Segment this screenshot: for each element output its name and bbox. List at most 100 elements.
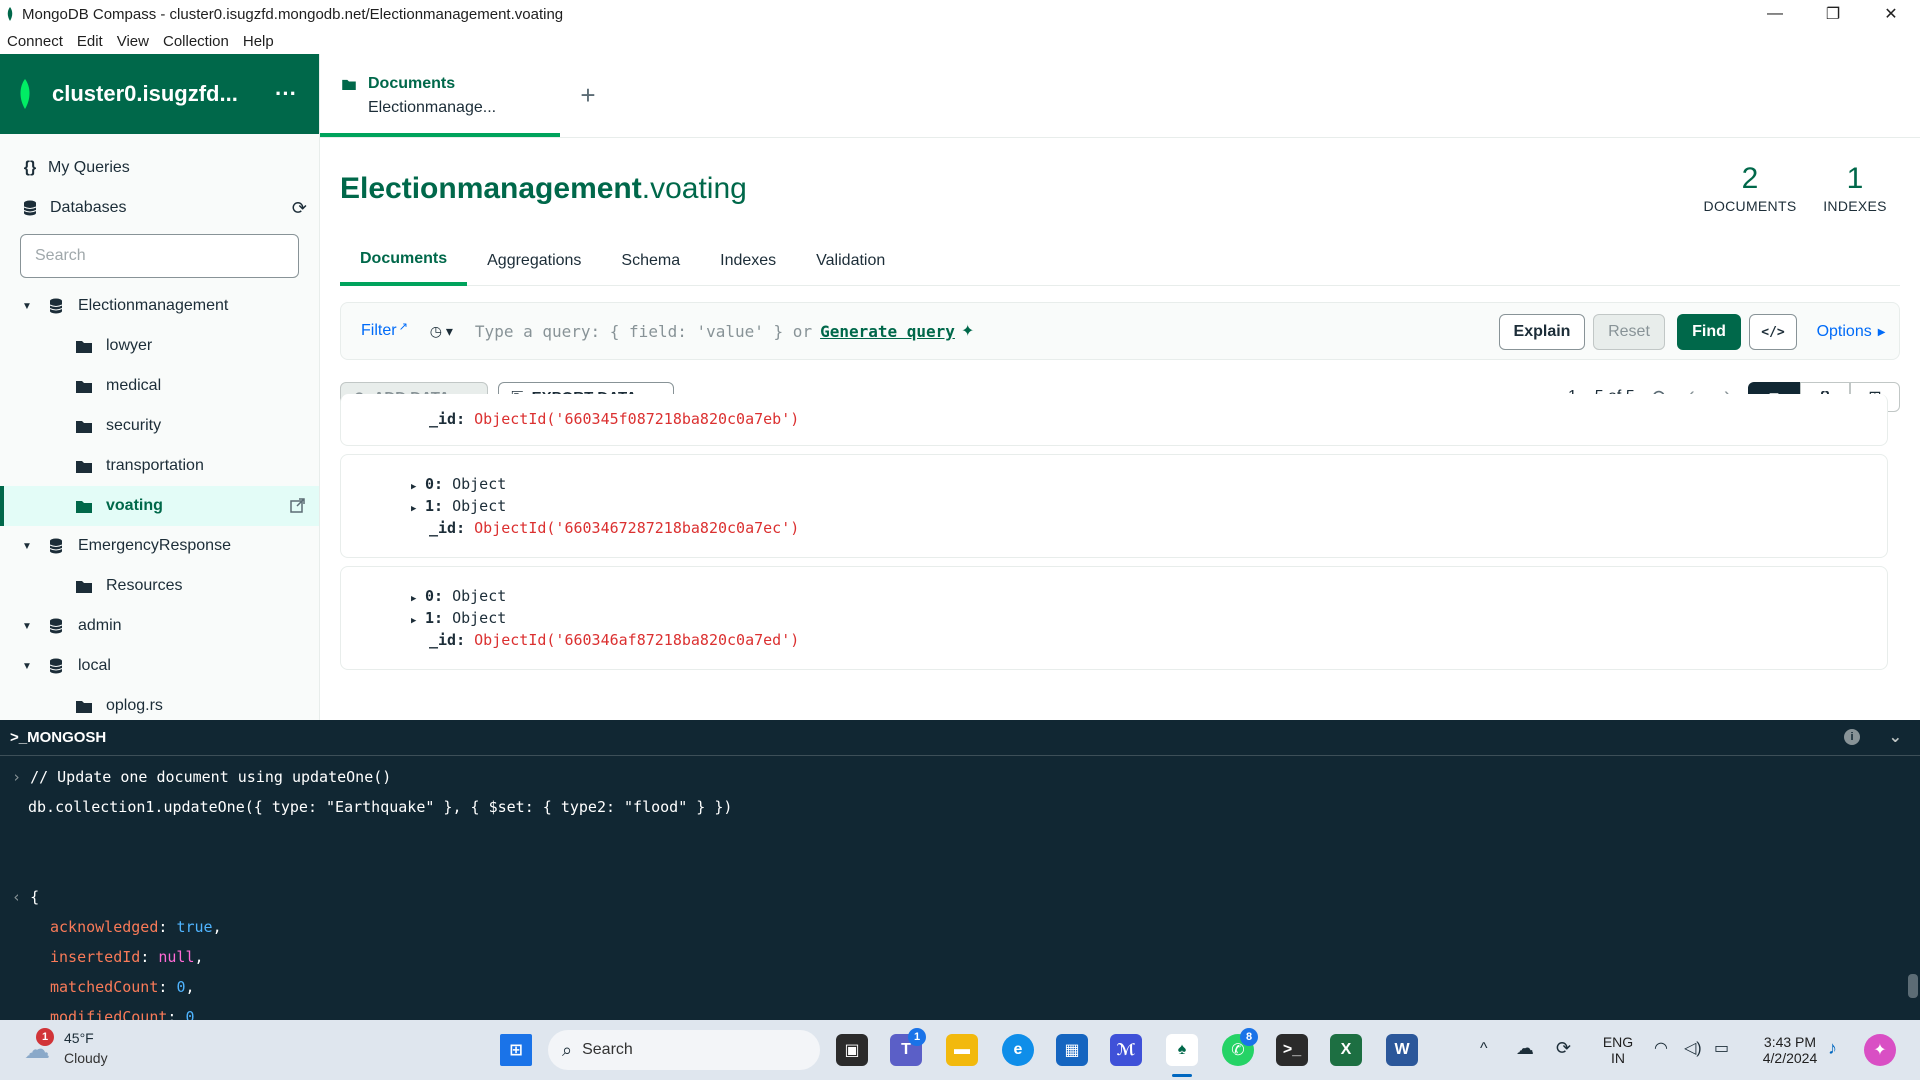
file-explorer-icon[interactable]: ▬ xyxy=(946,1034,978,1066)
shell-title: >_MONGOSH xyxy=(10,729,107,746)
task-view-icon[interactable]: ▣ xyxy=(836,1034,868,1066)
menu-help[interactable]: Help xyxy=(243,33,274,50)
result-key: acknowledged xyxy=(50,918,159,936)
menu-bar: Connect Edit View Collection Help xyxy=(0,28,1920,54)
tree-db-emergencyresponse[interactable]: ▼ EmergencyResponse xyxy=(0,526,319,566)
options-button[interactable]: Options ▶ xyxy=(1811,314,1891,350)
coll-name: medical xyxy=(106,377,162,394)
caret-down-icon[interactable]: ▼ xyxy=(22,301,36,312)
doc-field-line[interactable]: ▶ 1: Object xyxy=(411,609,506,631)
document-card[interactable]: _id: ObjectId('660345f087218ba820c0a7eb'… xyxy=(340,394,1888,446)
onedrive-icon[interactable]: ☁ xyxy=(1516,1038,1534,1059)
refresh-icon[interactable]: ⟳ xyxy=(292,198,307,219)
reset-button[interactable]: Reset xyxy=(1593,314,1665,350)
lang-secondary: IN xyxy=(1611,1050,1625,1066)
tab-documents[interactable]: Documents xyxy=(340,236,468,286)
filter-label[interactable]: Filter xyxy=(361,322,397,340)
notification-bell-icon[interactable]: ♪ xyxy=(1828,1038,1837,1059)
query-input[interactable]: Type a query: { field: 'value' } or xyxy=(475,322,812,341)
my-queries-item[interactable]: {} My Queries xyxy=(0,148,319,188)
store-icon[interactable]: ▦ xyxy=(1056,1034,1088,1066)
find-button[interactable]: Find xyxy=(1677,314,1741,350)
query-history-icon[interactable]: ◷ ▾ xyxy=(430,323,453,340)
databases-item[interactable]: Databases ⟳ xyxy=(0,188,319,228)
caret-down-icon[interactable]: ▼ xyxy=(22,541,36,552)
workspace-tab-documents[interactable]: Documents Electionmanage... xyxy=(320,54,560,137)
menu-collection[interactable]: Collection xyxy=(163,33,229,50)
expand-icon[interactable]: ▶ xyxy=(411,482,425,492)
result-value: true xyxy=(176,918,213,936)
terminal-icon[interactable]: >_ xyxy=(1276,1034,1308,1066)
word-icon[interactable]: W xyxy=(1386,1034,1418,1066)
expand-icon[interactable]: ▶ xyxy=(411,504,425,514)
menu-view[interactable]: View xyxy=(117,33,149,50)
start-button[interactable]: ⊞ xyxy=(500,1034,532,1066)
taskbar-search[interactable]: ⌕ Search xyxy=(548,1030,820,1070)
coll-name: security xyxy=(106,417,162,434)
connection-header[interactable]: cluster0.isugzfd... ··· xyxy=(0,54,319,134)
external-link-icon[interactable]: ↗ xyxy=(399,320,408,333)
language-indicator[interactable]: ENG IN xyxy=(1596,1020,1640,1080)
tab-indexes[interactable]: Indexes xyxy=(700,236,796,286)
shell-header[interactable]: >_MONGOSH i ⌄ xyxy=(0,720,1920,756)
edge-icon[interactable]: e xyxy=(1002,1034,1034,1066)
tree-coll-voating[interactable]: voating xyxy=(0,486,319,526)
expand-icon[interactable]: ▶ xyxy=(411,616,425,626)
field-key: 0: xyxy=(425,587,444,605)
caret-down-icon[interactable]: ▼ xyxy=(22,621,36,632)
object-id: ObjectId('660345f087218ba820c0a7eb') xyxy=(474,410,800,428)
tree-coll-medical[interactable]: medical xyxy=(0,366,319,406)
tab-schema[interactable]: Schema xyxy=(601,236,700,286)
expand-icon[interactable]: ▶ xyxy=(411,594,425,604)
weather-widget[interactable]: ☁ 1 45°F Cloudy xyxy=(22,1028,142,1072)
copilot-icon[interactable]: ✦ xyxy=(1864,1034,1896,1066)
tree-db-electionmanagement[interactable]: ▼ Electionmanagement xyxy=(0,286,319,326)
wifi-icon[interactable]: ◠ xyxy=(1654,1038,1668,1058)
cluster-name: cluster0.isugzfd... xyxy=(52,81,238,106)
tree-coll-security[interactable]: security xyxy=(0,406,319,446)
shell-result-line: acknowledged: true, xyxy=(50,918,222,936)
code-view-button[interactable]: </> xyxy=(1749,314,1797,350)
doc-field-line[interactable]: ▶ 0: Object xyxy=(411,475,506,497)
tree-db-admin[interactable]: ▼ admin xyxy=(0,606,319,646)
doc-field-line[interactable]: ▶ 1: Object xyxy=(411,497,506,519)
info-icon[interactable]: i xyxy=(1844,729,1860,745)
sidebar-search-input[interactable]: Search xyxy=(20,234,299,278)
minimize-button[interactable]: — xyxy=(1746,0,1804,28)
result-key: modifiedCount xyxy=(50,1008,168,1020)
clock-date: 4/2/2024 xyxy=(1762,1050,1818,1066)
menu-connect[interactable]: Connect xyxy=(7,33,63,50)
tab-validation[interactable]: Validation xyxy=(796,236,905,286)
shell-scrollbar[interactable] xyxy=(1908,974,1918,998)
tree-coll-lowyer[interactable]: lowyer xyxy=(0,326,319,366)
close-button[interactable]: ✕ xyxy=(1862,0,1920,28)
maximize-button[interactable]: ❐ xyxy=(1804,0,1862,28)
open-in-new-tab-icon[interactable] xyxy=(290,498,305,513)
more-options-icon[interactable]: ··· xyxy=(275,81,297,107)
doc-field-line[interactable]: ▶ 0: Object xyxy=(411,587,506,609)
tab-aggregations[interactable]: Aggregations xyxy=(467,236,601,286)
caret-down-icon[interactable]: ▼ xyxy=(22,661,36,672)
window-title: MongoDB Compass - cluster0.isugzfd.mongo… xyxy=(22,5,564,23)
excel-icon[interactable]: X xyxy=(1330,1034,1362,1066)
tree-coll-resources[interactable]: Resources xyxy=(0,566,319,606)
collection-title: Electionmanagement.voating xyxy=(340,172,747,206)
menu-edit[interactable]: Edit xyxy=(77,33,103,50)
add-tab-button[interactable]: + xyxy=(560,54,616,137)
volume-icon[interactable]: ◁) xyxy=(1684,1038,1702,1058)
mongodb-compass-taskbar-icon[interactable]: ♠ xyxy=(1166,1034,1198,1066)
battery-icon[interactable]: ▭ xyxy=(1714,1038,1729,1058)
document-card[interactable]: ▶ 0: Object ▶ 1: Object _id: ObjectId('660… xyxy=(340,454,1888,558)
generate-query-link[interactable]: Generate query xyxy=(820,322,955,341)
sync-icon[interactable]: ⟳ xyxy=(1556,1038,1571,1059)
document-card[interactable]: ▶ 0: Object ▶ 1: Object _id: ObjectId('660… xyxy=(340,566,1888,670)
app-icon[interactable]: ℳ xyxy=(1110,1034,1142,1066)
explain-button[interactable]: Explain xyxy=(1499,314,1585,350)
doc-id-line: _id: ObjectId('660346af87218ba820c0a7ed'… xyxy=(429,631,799,653)
tree-coll-transportation[interactable]: transportation xyxy=(0,446,319,486)
tree-db-local[interactable]: ▼ local xyxy=(0,646,319,686)
collapse-icon[interactable]: ⌄ xyxy=(1889,727,1902,747)
tree-coll-oplog[interactable]: oplog.rs xyxy=(0,686,319,720)
clock[interactable]: 3:43 PM 4/2/2024 xyxy=(1748,1020,1832,1080)
tray-overflow-icon[interactable]: ^ xyxy=(1480,1040,1488,1058)
